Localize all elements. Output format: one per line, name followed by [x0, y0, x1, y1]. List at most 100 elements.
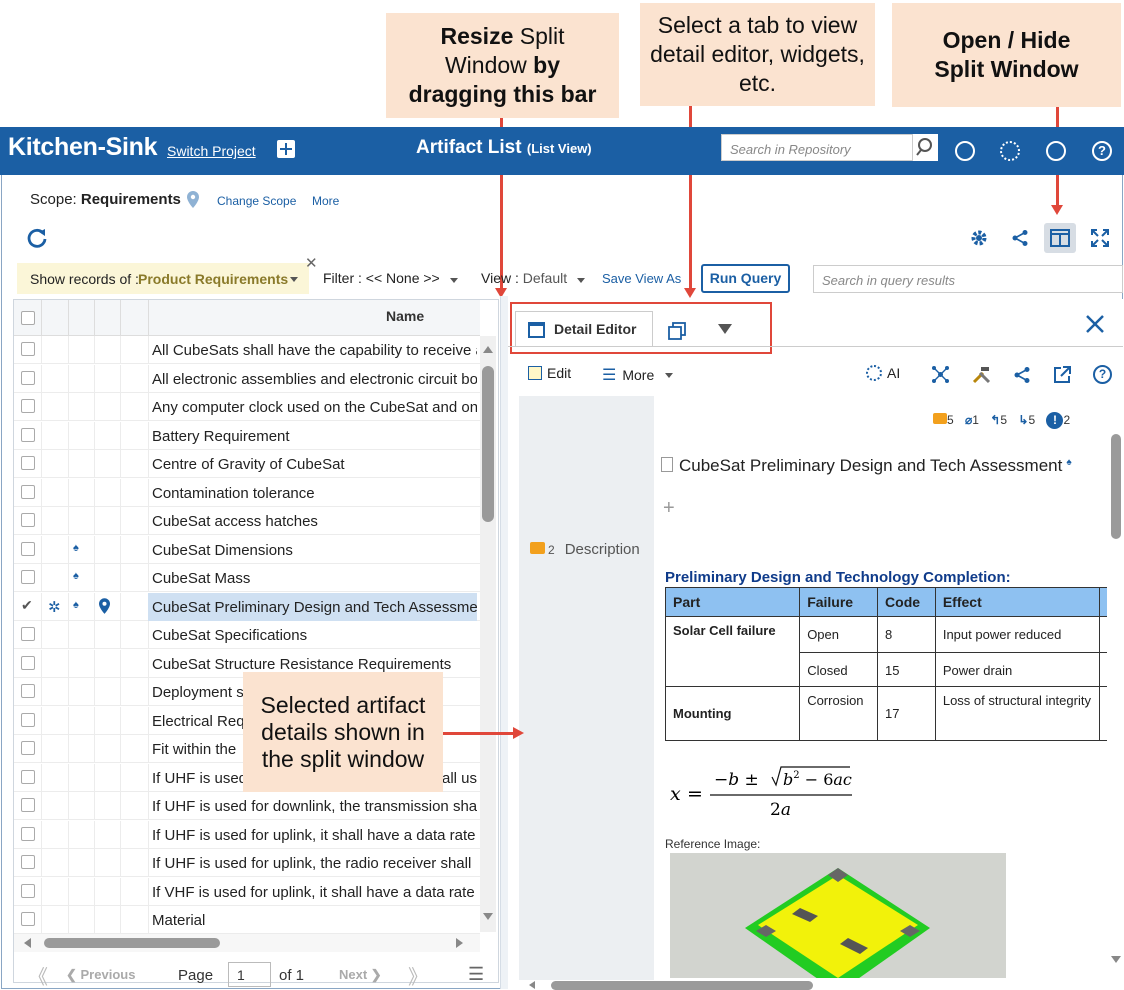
row-checkbox[interactable]: [21, 627, 35, 641]
show-records-dropdown[interactable]: Show records of : Product Requirements: [17, 263, 309, 294]
row-name[interactable]: Material: [152, 912, 477, 929]
close-split-icon[interactable]: [1085, 314, 1105, 339]
row-name[interactable]: CubeSat Structure Resistance Requirement…: [152, 656, 477, 673]
relations-graph-icon[interactable]: [931, 365, 950, 389]
row-name[interactable]: CubeSat Specifications: [152, 627, 477, 644]
split-resize-bar[interactable]: [500, 296, 508, 989]
save-view-as-link[interactable]: Save View As: [602, 271, 681, 286]
upstream-icon[interactable]: ↰: [990, 413, 1000, 427]
run-query-button[interactable]: Run Query: [701, 264, 790, 293]
row-checkbox[interactable]: ✔: [21, 597, 35, 613]
table-row[interactable]: ♠ CubeSat Mass: [14, 564, 480, 592]
table-row[interactable]: ♠ CubeSat Dimensions: [14, 535, 480, 564]
row-checkbox[interactable]: [21, 484, 35, 499]
row-name[interactable]: CubeSat Preliminary Design and Tech Asse…: [148, 592, 477, 621]
previous-button[interactable]: ❮ Previous: [66, 967, 135, 983]
split-scrollbar[interactable]: [1108, 396, 1124, 980]
notes-icon[interactable]: [955, 141, 975, 161]
table-row[interactable]: ✔ ♠ ✲ CubeSat Preliminary Design and Tech A…: [14, 592, 480, 621]
help-icon[interactable]: ?: [1093, 365, 1112, 384]
row-name[interactable]: Any computer clock used on the CubeSat a…: [152, 399, 477, 416]
gear-icon[interactable]: ✲: [48, 598, 61, 616]
row-checkbox[interactable]: [21, 456, 35, 470]
scroll-right-icon[interactable]: [456, 938, 463, 948]
first-page-icon[interactable]: 《: [28, 961, 48, 990]
user-icon[interactable]: [1046, 141, 1066, 161]
row-checkbox[interactable]: [21, 826, 35, 841]
downstream-icon[interactable]: ↳: [1018, 413, 1028, 427]
row-checkbox[interactable]: [21, 541, 35, 556]
list-scroll-thumb[interactable]: [482, 366, 494, 522]
row-checkbox[interactable]: [21, 855, 35, 869]
split-hscrollbar[interactable]: [519, 979, 1109, 990]
scroll-up-icon[interactable]: [483, 346, 493, 353]
query-search-input[interactable]: Search in query results: [813, 265, 1123, 293]
select-all-checkbox[interactable]: [21, 311, 35, 325]
row-checkbox[interactable]: [21, 370, 35, 385]
row-checkbox[interactable]: [21, 655, 35, 670]
page-input[interactable]: 1: [228, 962, 271, 987]
tab-widgets-icon[interactable]: [668, 322, 686, 345]
search-icon[interactable]: [912, 134, 938, 161]
list-hscroll-thumb[interactable]: [44, 938, 220, 948]
menu-icon[interactable]: ☰: [468, 964, 484, 985]
row-checkbox[interactable]: [21, 342, 35, 356]
last-page-icon[interactable]: 》: [408, 961, 428, 990]
share-icon[interactable]: [1013, 366, 1031, 389]
row-checkbox[interactable]: [21, 513, 35, 527]
table-row[interactable]: Centre of Gravity of CubeSat: [14, 450, 480, 478]
row-name[interactable]: If VHF is used for uplink, it shall have…: [152, 884, 477, 901]
next-button[interactable]: Next ❯: [339, 967, 382, 983]
edit-button[interactable]: Edit: [528, 365, 571, 381]
alert-icon[interactable]: !: [1046, 412, 1064, 429]
row-checkbox[interactable]: [21, 712, 35, 727]
ai-button[interactable]: AI: [866, 365, 900, 381]
row-checkbox[interactable]: [21, 684, 35, 698]
tab-detail-editor[interactable]: Detail Editor: [515, 311, 653, 347]
row-checkbox[interactable]: [21, 769, 35, 784]
filter-dropdown[interactable]: Filter : << None >>: [323, 270, 458, 286]
clear-filter-icon[interactable]: ✕: [305, 254, 318, 272]
settings-icon[interactable]: [970, 229, 988, 247]
repository-search-input[interactable]: Search in Repository: [721, 134, 938, 161]
change-scope-link[interactable]: Change Scope: [217, 194, 296, 208]
scroll-down-icon[interactable]: [483, 913, 493, 920]
table-row[interactable]: If UHF is used for uplink, it shall have…: [14, 820, 480, 849]
table-row[interactable]: If UHF is used for uplink, the radio rec…: [14, 849, 480, 877]
row-name[interactable]: If UHF is used for uplink, it shall have…: [152, 827, 477, 844]
more-menu-button[interactable]: ☰ More: [602, 365, 674, 385]
scroll-left-icon[interactable]: [529, 981, 535, 989]
row-name[interactable]: All CubeSats shall have the capability t…: [152, 342, 477, 359]
table-row[interactable]: Any computer clock used on the CubeSat a…: [14, 393, 480, 421]
name-column-header[interactable]: Name: [386, 308, 424, 324]
refresh-icon[interactable]: [26, 227, 48, 254]
table-row[interactable]: CubeSat access hatches: [14, 507, 480, 535]
open-external-icon[interactable]: [1053, 365, 1072, 389]
add-icon[interactable]: [277, 140, 295, 158]
tools-icon[interactable]: [972, 365, 992, 389]
list-hscrollbar[interactable]: [14, 934, 480, 952]
tab-menu-chevron-icon[interactable]: [718, 324, 732, 334]
more-link[interactable]: More: [312, 194, 339, 208]
row-name[interactable]: If UHF is used for downlink, the transmi…: [152, 798, 477, 815]
scroll-left-icon[interactable]: [24, 938, 31, 948]
split-hscroll-thumb[interactable]: [551, 981, 813, 990]
split-scroll-thumb[interactable]: [1111, 434, 1121, 539]
fullscreen-icon[interactable]: [1091, 229, 1109, 252]
table-row[interactable]: If UHF is used for downlink, the transmi…: [14, 792, 480, 820]
row-name[interactable]: CubeSat Mass: [152, 570, 477, 587]
row-checkbox[interactable]: [21, 912, 35, 926]
view-dropdown[interactable]: View : Default: [481, 270, 586, 286]
table-row[interactable]: All CubeSats shall have the capability t…: [14, 336, 480, 364]
row-name[interactable]: If UHF is used for uplink, the radio rec…: [152, 855, 477, 872]
row-name[interactable]: Centre of Gravity of CubeSat: [152, 456, 477, 473]
description-field[interactable]: 2 Description: [530, 541, 640, 558]
switch-project-link[interactable]: Switch Project: [167, 143, 256, 159]
split-window-toggle-icon[interactable]: [1044, 223, 1076, 253]
table-row[interactable]: Material: [14, 906, 480, 934]
row-name[interactable]: All electronic assemblies and electronic…: [152, 371, 477, 388]
row-name[interactable]: CubeSat access hatches: [152, 513, 477, 530]
row-name[interactable]: Battery Requirement: [152, 428, 477, 445]
row-checkbox[interactable]: [21, 399, 35, 413]
row-name[interactable]: Contamination tolerance: [152, 485, 477, 502]
